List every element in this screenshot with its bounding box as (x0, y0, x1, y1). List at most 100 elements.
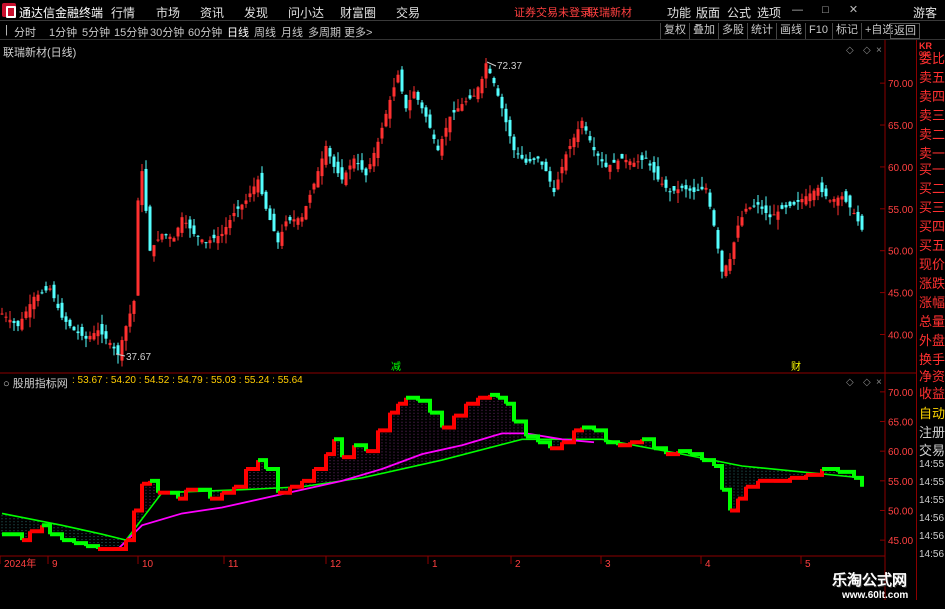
candle-body (620, 153, 624, 159)
chart-area[interactable]: 70.00 65.00 60.00 55.00 50.00 45.00 40.00 70.0… (0, 40, 916, 600)
candle-body (608, 164, 612, 172)
menu-discover[interactable]: 发现 (244, 4, 268, 21)
expand-diamond-icon[interactable]: ◇ (846, 45, 854, 56)
close-icon[interactable]: ✕ (846, 3, 861, 18)
side-weibi[interactable]: 委比 (919, 48, 945, 67)
candle-body (36, 294, 40, 301)
period-more[interactable]: 更多> (344, 24, 372, 40)
candle-body (732, 242, 736, 259)
trade-login-notice[interactable]: 证券交易未登录 (514, 4, 591, 20)
candle-body (24, 311, 28, 318)
side-change-pct[interactable]: 涨幅 (919, 292, 945, 311)
period-monthly[interactable]: 月线 (281, 24, 303, 40)
ind-expand-diamond-icon[interactable]: ◇ (846, 377, 854, 388)
btn-draw-line[interactable]: 画线 (776, 23, 805, 39)
menu-formula[interactable]: 公式 (727, 4, 751, 21)
menu-quotes[interactable]: 行情 (111, 4, 135, 21)
side-outer[interactable]: 外盘 (919, 330, 945, 349)
candle-body (616, 160, 620, 170)
period-weekly[interactable]: 周线 (254, 24, 276, 40)
price-tick-label: 60.00 (888, 163, 913, 174)
ind-close-pane-icon[interactable]: × (876, 377, 882, 388)
ind-settings-diamond-icon[interactable]: ◇ (863, 377, 871, 388)
menu-wenxiaoda[interactable]: 问小达 (288, 4, 324, 21)
candle-body (108, 342, 112, 346)
candle-body (112, 346, 116, 349)
indicator-step-segment (498, 395, 508, 404)
menu-fortune-circle[interactable]: 财富圈 (340, 4, 376, 21)
btn-overlay[interactable]: 叠加 (689, 23, 718, 39)
indicator-step-segment (326, 439, 336, 457)
btn-statistics[interactable]: 统计 (747, 23, 776, 39)
menu-layout[interactable]: 版面 (696, 4, 720, 21)
btn-f10[interactable]: F10 (805, 23, 831, 39)
side-earnings[interactable]: 收益 (919, 383, 945, 402)
period-5min[interactable]: 5分钟 (82, 24, 110, 40)
indicator-step-segment (574, 427, 584, 433)
candle-body (344, 172, 348, 186)
side-sell3[interactable]: 卖三 (919, 105, 945, 124)
btn-multi-stock[interactable]: 多股 (718, 23, 747, 39)
side-sell4[interactable]: 卖四 (919, 86, 945, 105)
menu-function[interactable]: 功能 (667, 4, 691, 21)
candle-body (796, 199, 800, 202)
candle-body (260, 172, 264, 195)
menu-market[interactable]: 市场 (156, 4, 180, 21)
candle-body (428, 114, 432, 128)
side-volume[interactable]: 总量 (919, 311, 945, 330)
candle-body (156, 239, 160, 241)
close-pane-icon[interactable]: × (876, 45, 882, 56)
side-price[interactable]: 现价 (919, 254, 945, 273)
candle-body (136, 200, 140, 296)
side-trade[interactable]: 交易 (919, 440, 945, 459)
candle-body (524, 158, 528, 163)
candle-body (848, 195, 852, 208)
candle-body (100, 324, 104, 335)
period-1min[interactable]: 1分钟 (49, 24, 77, 40)
candle-body (748, 207, 752, 210)
btn-mark[interactable]: 标记 (832, 23, 861, 39)
period-15min[interactable]: 15分钟 (114, 24, 148, 40)
candle-body (784, 204, 788, 208)
side-buy3[interactable]: 买三 (919, 197, 945, 216)
side-change[interactable]: 涨跌 (919, 273, 945, 292)
btn-back[interactable]: 返回 (890, 23, 920, 39)
period-fenshi[interactable]: 分时 (14, 24, 36, 40)
maximize-icon[interactable]: □ (818, 3, 833, 18)
candle-body (408, 99, 412, 111)
side-buy1[interactable]: 买一 (919, 159, 945, 178)
side-buy5[interactable]: 买五 (919, 235, 945, 254)
side-sell5[interactable]: 卖五 (919, 67, 945, 86)
period-60min[interactable]: 60分钟 (188, 24, 222, 40)
side-buy2[interactable]: 买二 (919, 178, 945, 197)
side-buy4[interactable]: 买四 (919, 216, 945, 235)
side-register[interactable]: 注册 (919, 422, 945, 441)
btn-restore-rights[interactable]: 复权 (660, 23, 689, 39)
app-title: 通达信金融终端 (19, 6, 104, 20)
candle-body (332, 156, 336, 167)
period-30min[interactable]: 30分钟 (150, 24, 184, 40)
menu-options[interactable]: 选项 (757, 4, 781, 21)
period-intraday[interactable]: | (5, 24, 8, 36)
side-auto[interactable]: 自动 (919, 403, 945, 422)
menu-trade[interactable]: 交易 (396, 4, 420, 21)
chart-canvas[interactable]: 70.00 65.00 60.00 55.00 50.00 45.00 40.00 70.0… (0, 40, 916, 600)
indicator-values: : 53.67 : 54.20 : 54.52 : 54.79 : 55.03 … (72, 375, 303, 386)
period-multi[interactable]: 多周期 (308, 24, 341, 40)
menu-news[interactable]: 资讯 (200, 4, 224, 21)
guest-user[interactable]: 游客 (913, 4, 937, 21)
side-sell2[interactable]: 卖二 (919, 124, 945, 143)
price-tick-label: 40.00 (888, 330, 913, 341)
minimize-icon[interactable]: — (790, 3, 805, 18)
candle-body (144, 168, 148, 211)
candle-body (320, 158, 324, 177)
settings-diamond-icon[interactable]: ◇ (863, 45, 871, 56)
candle-body (532, 158, 536, 160)
candle-body (356, 163, 360, 165)
candle-body (380, 127, 384, 139)
candle-body (236, 206, 240, 209)
candle-body (232, 213, 236, 217)
candle-body (268, 208, 272, 220)
period-daily[interactable]: 日线 (227, 24, 249, 40)
indicator-step-segment (150, 478, 160, 493)
